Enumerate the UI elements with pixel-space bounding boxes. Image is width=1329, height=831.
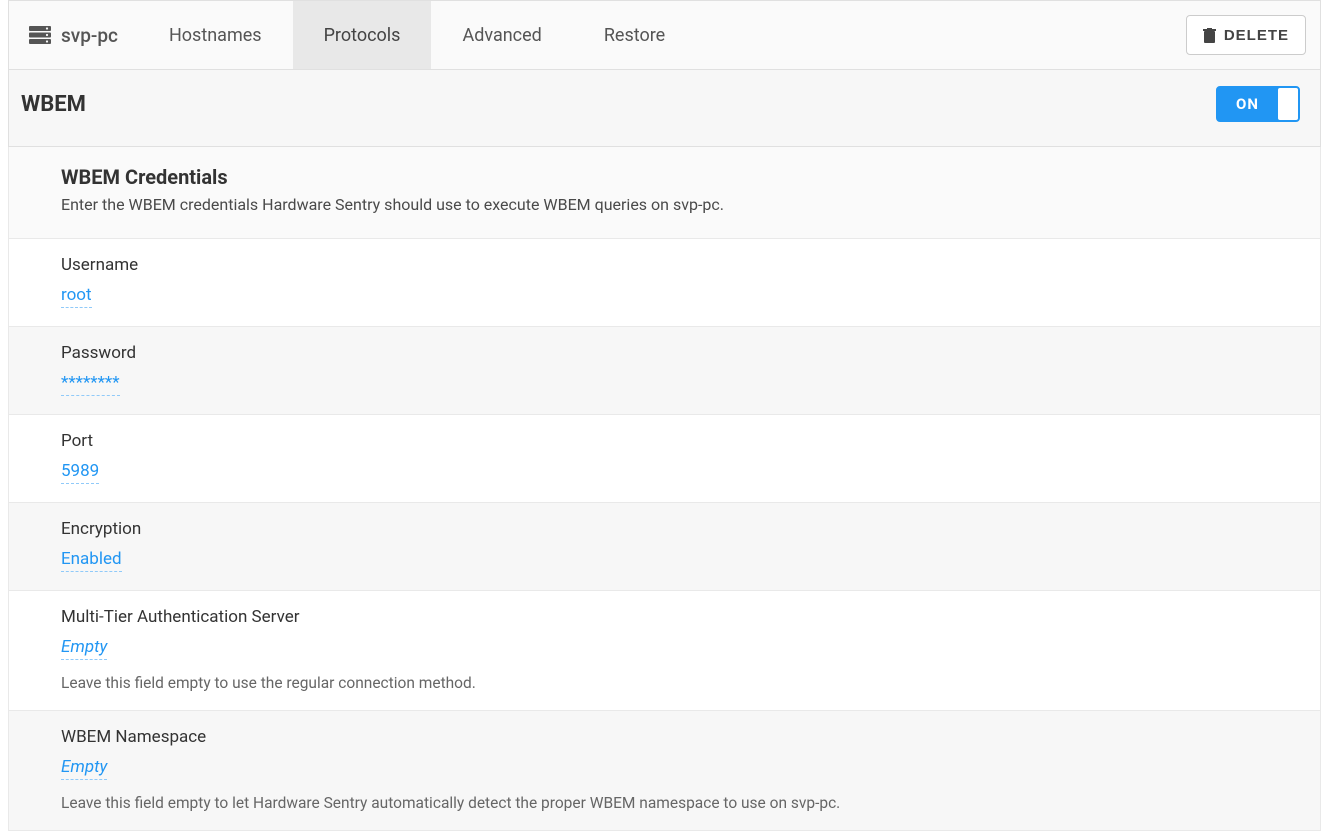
field-label: Encryption xyxy=(61,519,1300,539)
namespace-value[interactable]: Empty xyxy=(61,757,107,780)
encryption-value[interactable]: Enabled xyxy=(61,549,122,572)
port-value[interactable]: 5989 xyxy=(61,461,99,484)
tab-label: Advanced xyxy=(462,25,541,46)
field-label: WBEM Namespace xyxy=(61,727,1300,747)
trash-icon xyxy=(1203,28,1216,43)
credentials-description: Enter the WBEM credentials Hardware Sent… xyxy=(61,195,1300,214)
wbem-toggle[interactable]: ON xyxy=(1216,86,1300,122)
server-icon xyxy=(29,26,51,44)
field-label: Port xyxy=(61,431,1300,451)
delete-button[interactable]: DELETE xyxy=(1186,15,1306,55)
field-namespace: WBEM Namespace Empty Leave this field em… xyxy=(8,711,1321,831)
delete-label: DELETE xyxy=(1224,27,1289,44)
username-value[interactable]: root xyxy=(61,285,92,308)
page: svp-pc Hostnames Protocols Advanced Rest… xyxy=(0,0,1329,831)
field-multitier: Multi-Tier Authentication Server Empty L… xyxy=(8,591,1321,711)
field-label: Multi-Tier Authentication Server xyxy=(61,607,1300,627)
toggle-state-label: ON xyxy=(1218,95,1259,113)
host-name: svp-pc xyxy=(61,24,118,47)
tab-label: Protocols xyxy=(324,25,401,46)
field-help: Leave this field empty to use the regula… xyxy=(61,674,1300,692)
multitier-value[interactable]: Empty xyxy=(61,637,107,660)
field-username: Username root xyxy=(8,239,1321,327)
tab-hostnames[interactable]: Hostnames xyxy=(138,1,293,69)
toggle-knob xyxy=(1278,88,1298,120)
tab-label: Hostnames xyxy=(169,25,262,46)
credentials-block: WBEM Credentials Enter the WBEM credenti… xyxy=(8,147,1321,239)
field-help: Leave this field empty to let Hardware S… xyxy=(61,794,1300,812)
section-title: WBEM xyxy=(21,92,86,117)
tab-restore[interactable]: Restore xyxy=(573,1,696,69)
tabs-bar: svp-pc Hostnames Protocols Advanced Rest… xyxy=(8,0,1321,70)
credentials-title: WBEM Credentials xyxy=(61,165,1300,189)
section-header: WBEM ON xyxy=(8,70,1321,147)
tab-protocols[interactable]: Protocols xyxy=(293,1,432,69)
host-indicator: svp-pc xyxy=(9,1,138,69)
field-label: Password xyxy=(61,343,1300,363)
field-encryption: Encryption Enabled xyxy=(8,503,1321,591)
field-port: Port 5989 xyxy=(8,415,1321,503)
field-password: Password ******** xyxy=(8,327,1321,415)
tab-label: Restore xyxy=(604,25,665,46)
field-label: Username xyxy=(61,255,1300,275)
tab-advanced[interactable]: Advanced xyxy=(431,1,572,69)
password-value[interactable]: ******** xyxy=(61,373,120,396)
